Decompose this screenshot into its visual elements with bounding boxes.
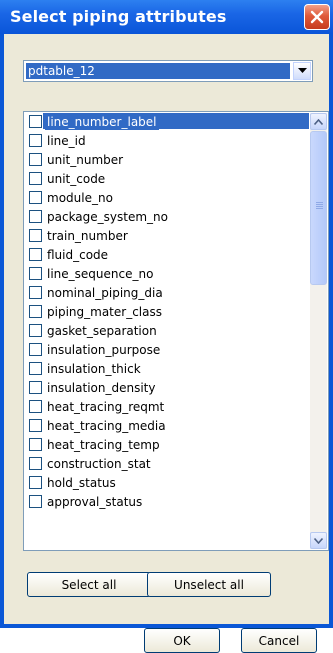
- checkbox[interactable]: [29, 476, 42, 489]
- checkbox[interactable]: [29, 457, 42, 470]
- checkbox[interactable]: [29, 381, 42, 394]
- select-all-button[interactable]: Select all: [27, 572, 151, 597]
- list-item[interactable]: insulation_purpose: [26, 340, 309, 359]
- list-item[interactable]: hold_status: [26, 473, 309, 492]
- list-item-label: unit_code: [47, 171, 106, 186]
- list-item[interactable]: package_system_no: [26, 207, 309, 226]
- checkbox[interactable]: [29, 229, 42, 242]
- scroll-thumb[interactable]: [310, 131, 327, 285]
- checkbox[interactable]: [29, 324, 42, 337]
- list-item[interactable]: line_sequence_no: [26, 264, 309, 283]
- list-item[interactable]: line_number_label: [26, 112, 309, 131]
- list-item-label: insulation_thick: [47, 361, 141, 376]
- chevron-down-icon: [297, 68, 307, 73]
- scroll-down-button[interactable]: [310, 532, 327, 549]
- list-item-label: nominal_piping_dia: [47, 285, 163, 300]
- dropdown-value: pdtable_12: [26, 63, 290, 79]
- checkbox[interactable]: [29, 134, 42, 147]
- attribute-list[interactable]: line_number_label line_id unit_number unit_…: [23, 111, 329, 551]
- list-item[interactable]: construction_stat: [26, 454, 309, 473]
- checkbox[interactable]: [29, 400, 42, 413]
- checkbox[interactable]: [29, 495, 42, 508]
- list-item-label: line_number_label: [45, 113, 159, 130]
- list-item[interactable]: module_no: [26, 188, 309, 207]
- list-item-label: construction_stat: [47, 456, 151, 471]
- window-title: Select piping attributes: [10, 7, 227, 26]
- list-item[interactable]: piping_mater_class: [26, 302, 309, 321]
- list-item[interactable]: heat_tracing_media: [26, 416, 309, 435]
- list-item[interactable]: nominal_piping_dia: [26, 283, 309, 302]
- list-item[interactable]: train_number: [26, 226, 309, 245]
- checkbox[interactable]: [29, 343, 42, 356]
- list-item-label: heat_tracing_media: [47, 418, 166, 433]
- attribute-rows: line_number_label line_id unit_number unit_…: [26, 112, 309, 511]
- cancel-button[interactable]: Cancel: [241, 628, 317, 653]
- list-item[interactable]: unit_number: [26, 150, 309, 169]
- dropdown-arrow-button[interactable]: [293, 62, 311, 80]
- list-item[interactable]: approval_status: [26, 492, 309, 511]
- unselect-all-button[interactable]: Unselect all: [147, 572, 271, 597]
- list-item[interactable]: fluid_code: [26, 245, 309, 264]
- checkbox[interactable]: [29, 362, 42, 375]
- list-item-label: insulation_purpose: [47, 342, 161, 357]
- list-item-label: piping_mater_class: [47, 304, 162, 319]
- list-item-label: unit_number: [47, 152, 124, 167]
- list-item-label: heat_tracing_reqmt: [47, 399, 165, 414]
- list-item-label: hold_status: [47, 475, 116, 490]
- list-item[interactable]: insulation_density: [26, 378, 309, 397]
- list-item-label: line_sequence_no: [47, 266, 154, 281]
- checkbox[interactable]: [29, 115, 42, 128]
- list-item-label: gasket_separation: [47, 323, 157, 338]
- checkbox[interactable]: [29, 438, 42, 451]
- list-item[interactable]: heat_tracing_reqmt: [26, 397, 309, 416]
- list-item-label: line_id: [47, 133, 86, 148]
- checkbox[interactable]: [29, 419, 42, 432]
- checkbox[interactable]: [29, 267, 42, 280]
- list-item[interactable]: line_id: [26, 131, 309, 150]
- vertical-scrollbar[interactable]: [310, 113, 327, 549]
- checkbox[interactable]: [29, 286, 42, 299]
- title-bar[interactable]: Select piping attributes: [0, 0, 333, 34]
- list-item-label: heat_tracing_temp: [47, 437, 160, 452]
- checkbox[interactable]: [29, 191, 42, 204]
- close-icon: [310, 10, 324, 24]
- dialog-body: pdtable_12 line_number_label line_id unit_…: [4, 34, 329, 653]
- list-item-label: insulation_density: [47, 380, 156, 395]
- ok-button[interactable]: OK: [144, 628, 220, 653]
- checkbox[interactable]: [29, 248, 42, 261]
- list-item-label: package_system_no: [47, 209, 168, 224]
- checkbox[interactable]: [29, 305, 42, 318]
- chevron-down-icon: [314, 537, 323, 544]
- list-item[interactable]: unit_code: [26, 169, 309, 188]
- list-item-label: train_number: [47, 228, 128, 243]
- list-item[interactable]: insulation_thick: [26, 359, 309, 378]
- list-item[interactable]: gasket_separation: [26, 321, 309, 340]
- scroll-up-button[interactable]: [310, 113, 327, 130]
- dialog-window: Select piping attributes pdtable_12 line…: [0, 0, 333, 653]
- chevron-up-icon: [314, 118, 323, 125]
- list-item-label: module_no: [47, 190, 113, 205]
- list-item-label: approval_status: [47, 494, 143, 509]
- checkbox[interactable]: [29, 210, 42, 223]
- checkbox[interactable]: [29, 153, 42, 166]
- table-select-dropdown[interactable]: pdtable_12: [23, 60, 313, 82]
- close-button[interactable]: [304, 4, 330, 30]
- checkbox[interactable]: [29, 172, 42, 185]
- list-item[interactable]: heat_tracing_temp: [26, 435, 309, 454]
- list-item-label: fluid_code: [47, 247, 109, 262]
